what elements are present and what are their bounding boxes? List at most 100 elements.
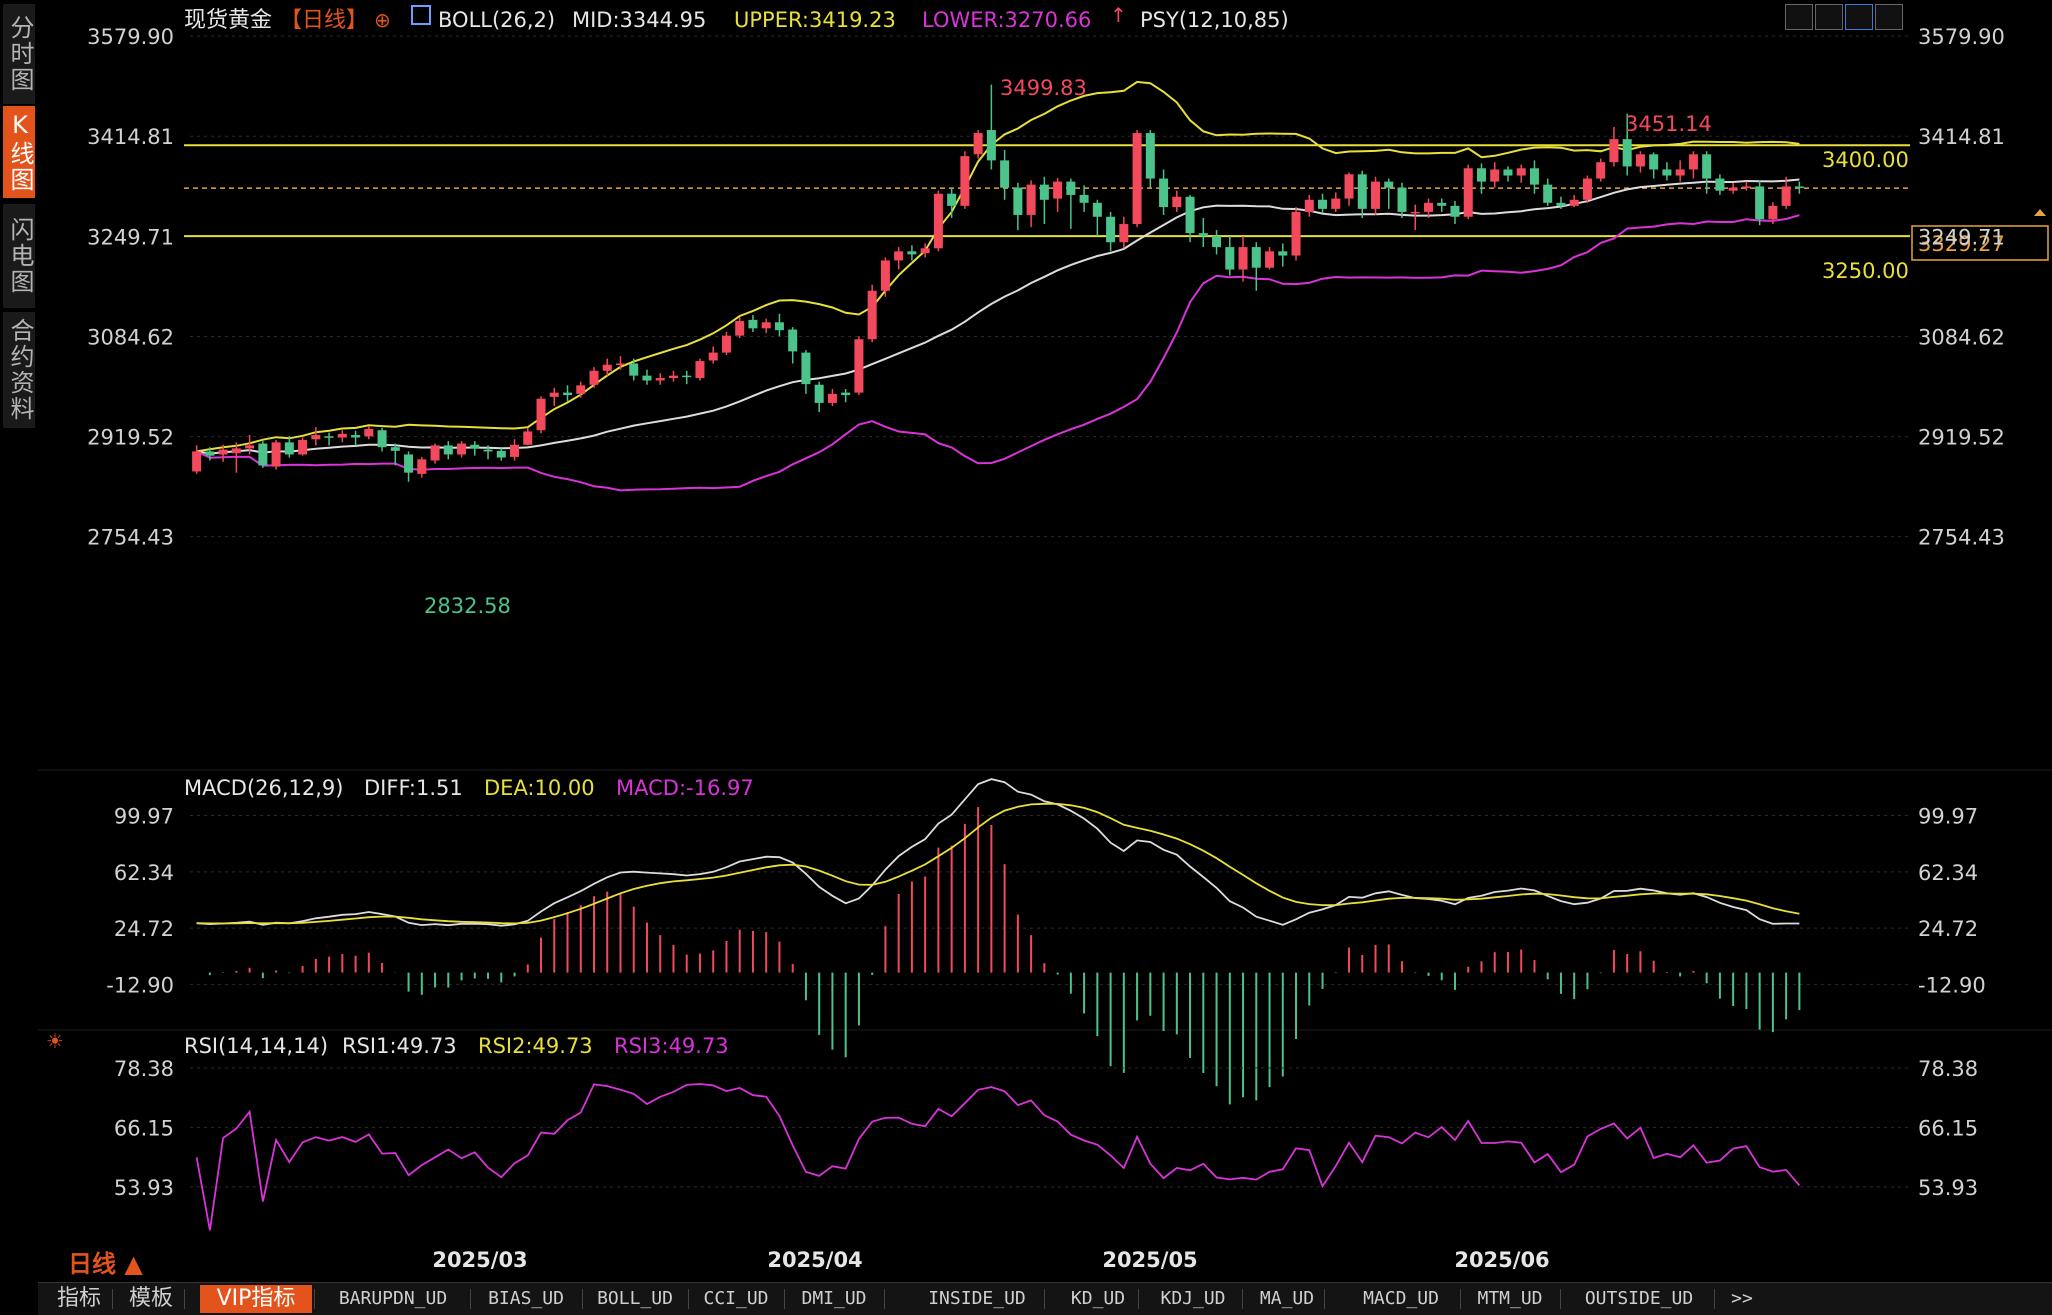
candle-body[interactable] bbox=[245, 445, 255, 449]
candle-body[interactable] bbox=[1781, 186, 1791, 206]
bottom-tab-0[interactable]: 指标 bbox=[48, 1285, 110, 1313]
draw-icon[interactable] bbox=[1845, 4, 1873, 30]
candle-body[interactable] bbox=[311, 435, 321, 440]
candle-body[interactable] bbox=[1212, 236, 1222, 248]
candle-body[interactable] bbox=[1331, 198, 1341, 209]
candle-body[interactable] bbox=[1119, 224, 1129, 243]
candle-body[interactable] bbox=[1755, 186, 1765, 220]
candle-body[interactable] bbox=[1291, 211, 1301, 256]
candle-body[interactable] bbox=[788, 329, 798, 352]
candle-body[interactable] bbox=[1238, 247, 1248, 270]
candle-body[interactable] bbox=[947, 193, 957, 206]
candle-body[interactable] bbox=[801, 352, 811, 385]
bottom-tab-13[interactable]: MTM_UD bbox=[1462, 1285, 1558, 1313]
candle-body[interactable] bbox=[1344, 174, 1354, 199]
candle-body[interactable] bbox=[1794, 186, 1804, 188]
bottom-tab-2[interactable]: VIP指标 bbox=[200, 1285, 312, 1313]
candle-body[interactable] bbox=[1609, 139, 1619, 163]
candle-body[interactable] bbox=[1384, 181, 1394, 188]
candle-body[interactable] bbox=[642, 375, 652, 381]
candle-body[interactable] bbox=[1675, 169, 1685, 176]
candle-body[interactable] bbox=[430, 445, 440, 461]
bottom-tab-15[interactable]: >> bbox=[1718, 1285, 1766, 1313]
bottom-tab-10[interactable]: KDJ_UD bbox=[1146, 1285, 1240, 1313]
candle-body[interactable] bbox=[1371, 181, 1381, 209]
candle-body[interactable] bbox=[960, 156, 970, 206]
candle-body[interactable] bbox=[536, 398, 546, 431]
candle-body[interactable] bbox=[615, 363, 625, 366]
candle-body[interactable] bbox=[1410, 211, 1420, 214]
bottom-tab-7[interactable]: DMI_UD bbox=[786, 1285, 882, 1313]
candle-body[interactable] bbox=[1066, 181, 1076, 195]
candle-body[interactable] bbox=[1728, 187, 1738, 191]
bottom-tab-14[interactable]: OUTSIDE_UD bbox=[1566, 1285, 1712, 1313]
candle-body[interactable] bbox=[1106, 216, 1116, 243]
candle-body[interactable] bbox=[1529, 168, 1539, 185]
candle-body[interactable] bbox=[1582, 178, 1592, 200]
candle-body[interactable] bbox=[1079, 194, 1089, 203]
candle-body[interactable] bbox=[1516, 168, 1526, 176]
candle-body[interactable] bbox=[390, 447, 400, 451]
candle-body[interactable] bbox=[483, 449, 493, 452]
candle-body[interactable] bbox=[364, 429, 374, 437]
candle-body[interactable] bbox=[1251, 247, 1261, 268]
candle-body[interactable] bbox=[1304, 199, 1314, 212]
candle-body[interactable] bbox=[748, 319, 758, 329]
candle-body[interactable] bbox=[1476, 168, 1486, 182]
candle-body[interactable] bbox=[668, 375, 678, 379]
candle-body[interactable] bbox=[1463, 168, 1473, 217]
candle-body[interactable] bbox=[1053, 181, 1063, 199]
candle-body[interactable] bbox=[1397, 187, 1407, 212]
candle-body[interactable] bbox=[443, 445, 453, 455]
candle-body[interactable] bbox=[271, 442, 281, 467]
candle-body[interactable] bbox=[1423, 202, 1433, 212]
bottom-tab-6[interactable]: CCI_UD bbox=[690, 1285, 782, 1313]
candle-body[interactable] bbox=[682, 375, 692, 378]
candle-body[interactable] bbox=[894, 251, 904, 261]
candle-body[interactable] bbox=[867, 290, 877, 340]
bottom-tab-1[interactable]: 模板 bbox=[120, 1285, 182, 1313]
candle-body[interactable] bbox=[258, 443, 268, 466]
candle-body[interactable] bbox=[735, 321, 745, 336]
candle-body[interactable] bbox=[1437, 202, 1447, 206]
rsi-settings-icon[interactable]: ☀ bbox=[46, 1029, 64, 1053]
bottom-tab-4[interactable]: BIAS_UD bbox=[472, 1285, 580, 1313]
candle-body[interactable] bbox=[1569, 199, 1579, 206]
candle-body[interactable] bbox=[1185, 196, 1195, 234]
export-icon[interactable] bbox=[1875, 4, 1903, 30]
candle-body[interactable] bbox=[1278, 251, 1288, 256]
candle-body[interactable] bbox=[496, 450, 506, 458]
candle-body[interactable] bbox=[1768, 205, 1778, 220]
candle-body[interactable] bbox=[629, 363, 639, 376]
candle-body[interactable] bbox=[1741, 186, 1751, 188]
candle-body[interactable] bbox=[192, 451, 202, 472]
candle-body[interactable] bbox=[1145, 133, 1155, 179]
candle-body[interactable] bbox=[1688, 154, 1698, 170]
candle-body[interactable] bbox=[563, 392, 573, 396]
candle-body[interactable] bbox=[986, 130, 996, 161]
candle-body[interactable] bbox=[1450, 205, 1460, 217]
candle-body[interactable] bbox=[1026, 184, 1036, 215]
candle-body[interactable] bbox=[1715, 178, 1725, 191]
candle-body[interactable] bbox=[1635, 154, 1645, 167]
candle-body[interactable] bbox=[973, 133, 983, 155]
bottom-tab-12[interactable]: MACD_UD bbox=[1344, 1285, 1458, 1313]
bottom-tab-3[interactable]: BARUPDN_UD bbox=[318, 1285, 468, 1313]
candle-body[interactable] bbox=[721, 335, 731, 353]
candle-body[interactable] bbox=[1159, 178, 1169, 208]
candle-body[interactable] bbox=[218, 449, 228, 455]
candle-body[interactable] bbox=[324, 436, 334, 438]
candle-body[interactable] bbox=[827, 393, 837, 403]
kline-chart[interactable]: 99.97 99.97 62.34 62.34 24.72 24.72 -12.90 -12.… bbox=[0, 0, 2052, 1282]
candle-body[interactable] bbox=[841, 392, 851, 396]
candle-body[interactable] bbox=[1092, 202, 1102, 217]
compare-icon[interactable] bbox=[1815, 4, 1843, 30]
candle-body[interactable] bbox=[655, 378, 665, 381]
candle-body[interactable] bbox=[695, 361, 705, 379]
candle-body[interactable] bbox=[337, 433, 347, 438]
candle-body[interactable] bbox=[880, 260, 890, 291]
bottom-tab-9[interactable]: KD_UD bbox=[1060, 1285, 1136, 1313]
header-crosshair-icon[interactable]: ⊕ bbox=[374, 8, 391, 32]
candle-body[interactable] bbox=[602, 364, 612, 371]
candle-body[interactable] bbox=[589, 370, 599, 385]
